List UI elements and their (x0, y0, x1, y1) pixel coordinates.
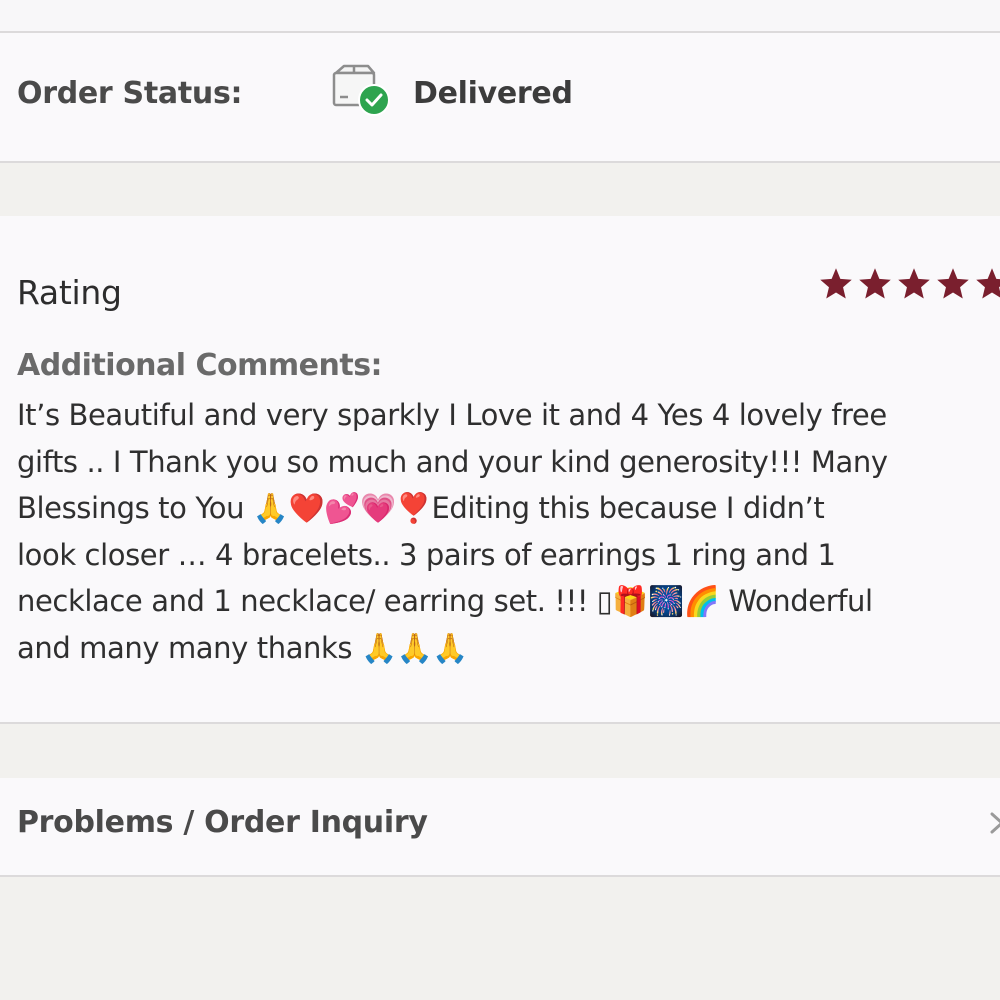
package-delivered-icon (330, 63, 394, 119)
rating-label: Rating (17, 273, 122, 312)
star-rating (818, 266, 1000, 302)
divider (0, 722, 1000, 724)
divider (0, 875, 1000, 877)
star-icon (859, 268, 891, 299)
divider (0, 161, 1000, 163)
comment-text: It’s Beautiful and very sparkly I Love i… (17, 398, 888, 665)
order-status-label: Order Status: (17, 76, 243, 111)
additional-comments-label: Additional Comments: (17, 348, 383, 383)
order-status-value: Delivered (413, 76, 573, 111)
star-icon (976, 268, 1000, 299)
star-icon (820, 268, 852, 299)
top-strip (0, 0, 1000, 31)
star-icon (898, 268, 930, 299)
star-icon (937, 268, 969, 299)
problems-order-inquiry-label[interactable]: Problems / Order Inquiry (17, 805, 428, 841)
chevron-right-icon[interactable] (990, 806, 1000, 840)
